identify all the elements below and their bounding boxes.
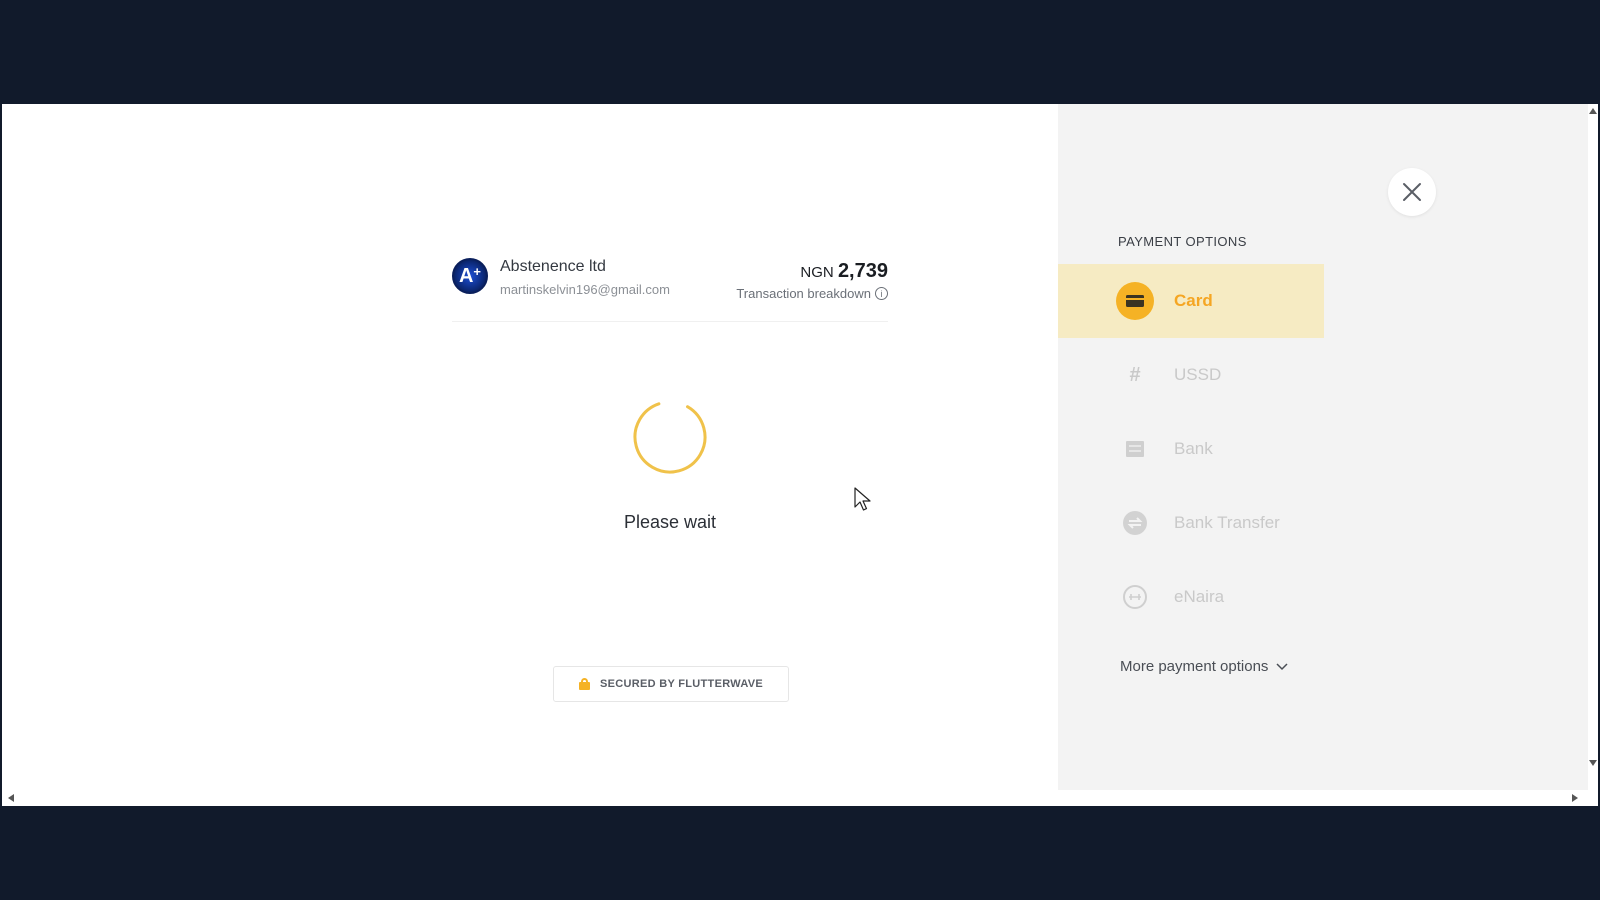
avatar-letter: A [458,264,474,287]
payment-option-bank-transfer[interactable]: Bank Transfer [1058,486,1324,560]
close-button[interactable] [1388,168,1436,216]
merchant-name: Abstenence ltd [500,258,606,275]
scroll-right-arrow-icon[interactable] [1572,794,1578,802]
card-icon [1116,282,1154,320]
transaction-breakdown-label: Transaction breakdown [736,286,871,301]
more-payment-options-label: More payment options [1120,658,1269,675]
enaira-icon [1116,578,1154,616]
payment-option-label: eNaira [1174,587,1225,606]
scroll-left-arrow-icon[interactable] [8,794,14,802]
more-payment-options-button[interactable]: More payment options [1120,658,1288,675]
lock-icon [578,678,590,690]
avatar-plus: + [473,263,482,279]
payment-option-bank[interactable]: Bank [1058,412,1324,486]
hash-icon: # [1129,363,1141,386]
amount-value: 2,739 [837,260,888,282]
payment-amount: NGN 2,739 [800,260,888,283]
info-icon[interactable]: i [875,287,888,300]
payment-options-title: PAYMENT OPTIONS [1118,234,1247,249]
close-icon [1403,183,1421,201]
merchant-avatar: A + [452,258,488,294]
payment-options-sidebar: PAYMENT OPTIONS Card # USSD Bank Bank Tr… [1058,104,1588,790]
bank-icon [1116,430,1154,468]
loading-spinner-icon [633,400,707,474]
payment-option-label: Bank [1174,439,1213,458]
scroll-down-arrow-icon[interactable] [1589,760,1597,766]
payment-option-enaira[interactable]: eNaira [1058,560,1324,634]
payment-option-label: Bank Transfer [1174,513,1280,532]
amount-currency: NGN [800,264,834,281]
payment-option-label: USSD [1174,365,1222,384]
vertical-scrollbar[interactable] [1588,104,1598,790]
payment-option-ussd[interactable]: # USSD [1058,338,1324,412]
payment-option-card[interactable]: Card [1058,264,1324,338]
checkout-main-panel: A + Abstenence ltd martinskelvin196@gmail… [2,104,1058,790]
mouse-cursor-icon [854,487,871,511]
secured-label: SECURED BY FLUTTERWAVE [599,678,764,690]
transfer-icon [1116,504,1154,542]
chevron-down-icon [1276,662,1288,670]
merchant-email: martinskelvin196@gmail.com [500,282,670,297]
merchant-header: A + Abstenence ltd martinskelvin196@gmail… [452,250,888,322]
status-message: Please wait [623,512,717,532]
transaction-breakdown-link[interactable]: Transaction breakdown i [736,286,888,301]
scroll-up-arrow-icon[interactable] [1589,108,1597,114]
checkout-frame: A + Abstenence ltd martinskelvin196@gmail… [2,104,1598,806]
payment-option-label: Card [1174,291,1213,310]
secured-by-badge: SECURED BY FLUTTERWAVE [553,666,789,702]
horizontal-scrollbar[interactable] [2,790,1598,806]
